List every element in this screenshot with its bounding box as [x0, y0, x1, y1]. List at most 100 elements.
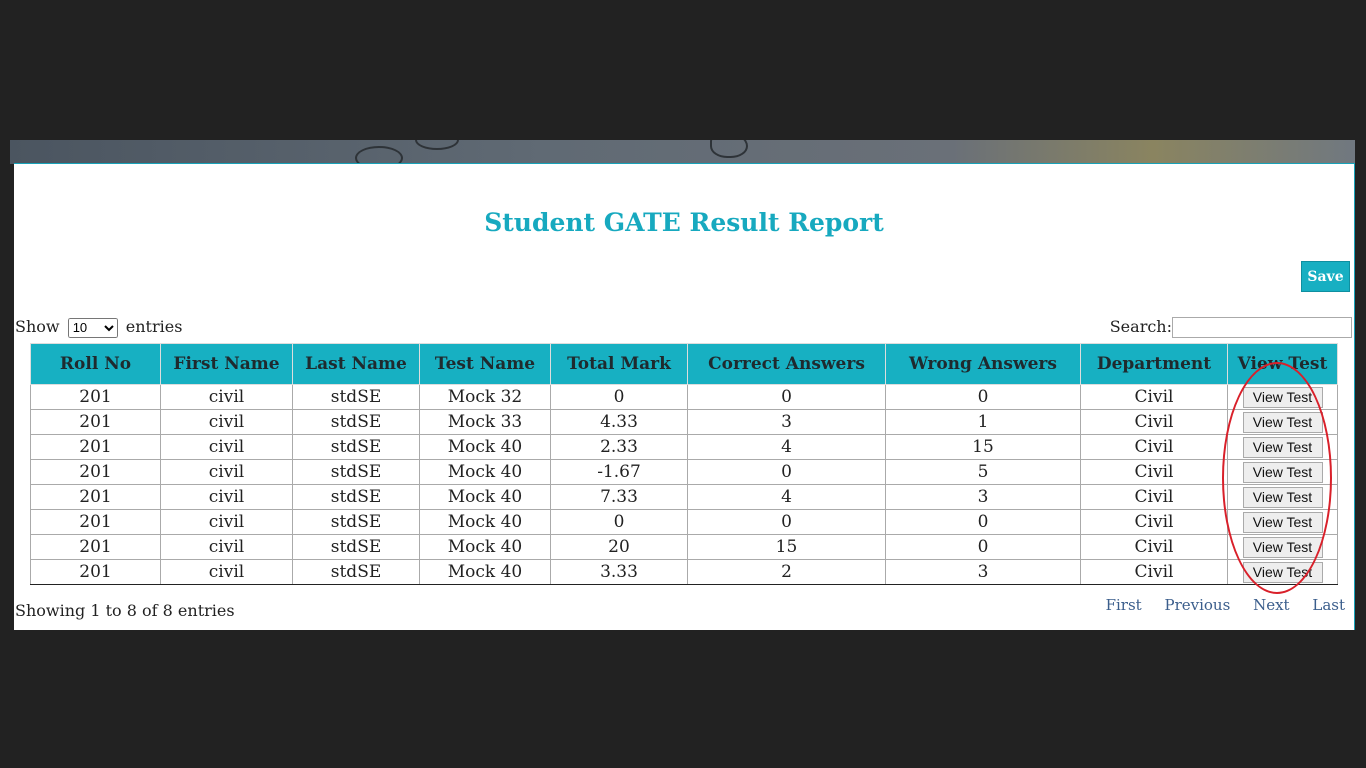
view-test-button[interactable]: View Test — [1242, 461, 1323, 483]
cell-roll-no: 201 — [30, 534, 161, 560]
cell-roll-no: 201 — [30, 434, 161, 460]
cell-wrong-answers: 0 — [885, 534, 1081, 560]
cell-test-name: Mock 40 — [419, 459, 551, 485]
table-row: 201 civil stdSE Mock 33 4.33 3 1 Civil V… — [30, 409, 1338, 435]
cell-correct-answers: 0 — [687, 459, 886, 485]
cell-roll-no: 201 — [30, 509, 161, 535]
entries-label: entries — [125, 317, 183, 336]
cell-first-name: civil — [160, 409, 293, 435]
column-header-roll-no[interactable]: Roll No — [30, 343, 161, 385]
cell-wrong-answers: 0 — [885, 384, 1081, 410]
cell-roll-no: 201 — [30, 409, 161, 435]
table-row: 201 civil stdSE Mock 40 3.33 2 3 Civil V… — [30, 559, 1338, 585]
cell-last-name: stdSE — [292, 509, 420, 535]
cell-test-name: Mock 32 — [419, 384, 551, 410]
cell-total-mark: 2.33 — [550, 434, 688, 460]
cell-last-name: stdSE — [292, 409, 420, 435]
page-title: Student GATE Result Report — [484, 208, 884, 237]
cell-correct-answers: 2 — [687, 559, 886, 585]
show-label: Show — [15, 317, 60, 336]
cell-view-test: View Test — [1227, 484, 1338, 510]
pager-previous-link[interactable]: Previous — [1164, 596, 1230, 614]
view-test-button[interactable]: View Test — [1242, 511, 1323, 533]
cell-test-name: Mock 40 — [419, 559, 551, 585]
cell-wrong-answers: 0 — [885, 509, 1081, 535]
pager-next-link[interactable]: Next — [1253, 596, 1290, 614]
cell-total-mark: 0 — [550, 384, 688, 410]
view-test-button[interactable]: View Test — [1242, 536, 1323, 558]
cell-roll-no: 201 — [30, 559, 161, 585]
cell-total-mark: -1.67 — [550, 459, 688, 485]
column-header-department[interactable]: Department — [1080, 343, 1228, 385]
column-header-last-name[interactable]: Last Name — [292, 343, 420, 385]
table-header-row: Roll No First Name Last Name Test Name T… — [30, 343, 1338, 385]
cell-correct-answers: 0 — [687, 509, 886, 535]
cell-roll-no: 201 — [30, 484, 161, 510]
cell-total-mark: 20 — [550, 534, 688, 560]
cell-department: Civil — [1080, 484, 1228, 510]
cell-first-name: civil — [160, 384, 293, 410]
search-control: Search: — [1110, 317, 1352, 338]
cell-wrong-answers: 3 — [885, 484, 1081, 510]
save-button[interactable]: Save — [1301, 261, 1350, 292]
cell-correct-answers: 15 — [687, 534, 886, 560]
view-test-button[interactable]: View Test — [1242, 386, 1323, 408]
table-row: 201 civil stdSE Mock 40 -1.67 0 5 Civil … — [30, 459, 1338, 485]
cell-wrong-answers: 3 — [885, 559, 1081, 585]
column-header-wrong-answers[interactable]: Wrong Answers — [885, 343, 1081, 385]
cell-correct-answers: 0 — [687, 384, 886, 410]
cell-first-name: civil — [160, 459, 293, 485]
cell-total-mark: 3.33 — [550, 559, 688, 585]
column-header-test-name[interactable]: Test Name — [419, 343, 551, 385]
table-info: Showing 1 to 8 of 8 entries — [15, 601, 235, 620]
entries-length-control: Show 10 entries — [15, 317, 182, 338]
table-row: 201 civil stdSE Mock 40 2.33 4 15 Civil … — [30, 434, 1338, 460]
view-test-button[interactable]: View Test — [1242, 486, 1323, 508]
cell-department: Civil — [1080, 534, 1228, 560]
cell-correct-answers: 4 — [687, 484, 886, 510]
pager-last-link[interactable]: Last — [1312, 596, 1345, 614]
table-row: 201 civil stdSE Mock 40 7.33 4 3 Civil V… — [30, 484, 1338, 510]
entries-select[interactable]: 10 — [67, 317, 118, 338]
table-row: 201 civil stdSE Mock 32 0 0 0 Civil View… — [30, 384, 1338, 410]
column-header-correct-answers[interactable]: Correct Answers — [687, 343, 886, 385]
cell-test-name: Mock 40 — [419, 534, 551, 560]
column-header-total-mark[interactable]: Total Mark — [550, 343, 688, 385]
cell-test-name: Mock 40 — [419, 509, 551, 535]
cell-view-test: View Test — [1227, 559, 1338, 585]
pager-first-link[interactable]: First — [1106, 596, 1142, 614]
cell-view-test: View Test — [1227, 459, 1338, 485]
cell-department: Civil — [1080, 559, 1228, 585]
cell-wrong-answers: 5 — [885, 459, 1081, 485]
cell-department: Civil — [1080, 509, 1228, 535]
cell-last-name: stdSE — [292, 559, 420, 585]
cell-first-name: civil — [160, 484, 293, 510]
cell-view-test: View Test — [1227, 384, 1338, 410]
cell-view-test: View Test — [1227, 534, 1338, 560]
cell-correct-answers: 3 — [687, 409, 886, 435]
cell-view-test: View Test — [1227, 434, 1338, 460]
cell-first-name: civil — [160, 534, 293, 560]
cell-last-name: stdSE — [292, 459, 420, 485]
cell-total-mark: 4.33 — [550, 409, 688, 435]
view-test-button[interactable]: View Test — [1242, 561, 1323, 583]
cell-test-name: Mock 40 — [419, 484, 551, 510]
column-header-first-name[interactable]: First Name — [160, 343, 293, 385]
column-header-view-test[interactable]: View Test — [1227, 343, 1338, 385]
cell-department: Civil — [1080, 384, 1228, 410]
pagination: First Previous Next Last — [1097, 596, 1354, 614]
cell-department: Civil — [1080, 409, 1228, 435]
view-test-button[interactable]: View Test — [1242, 436, 1323, 458]
search-label: Search: — [1109, 317, 1172, 336]
cell-first-name: civil — [160, 509, 293, 535]
cell-last-name: stdSE — [292, 384, 420, 410]
view-test-button[interactable]: View Test — [1242, 411, 1323, 433]
cell-view-test: View Test — [1227, 409, 1338, 435]
cell-correct-answers: 4 — [687, 434, 886, 460]
results-table: Roll No First Name Last Name Test Name T… — [30, 343, 1338, 585]
table-row: 201 civil stdSE Mock 40 20 15 0 Civil Vi… — [30, 534, 1338, 560]
header-banner-image — [10, 140, 1355, 164]
search-input[interactable] — [1172, 317, 1352, 338]
cell-first-name: civil — [160, 559, 293, 585]
cell-test-name: Mock 33 — [419, 409, 551, 435]
